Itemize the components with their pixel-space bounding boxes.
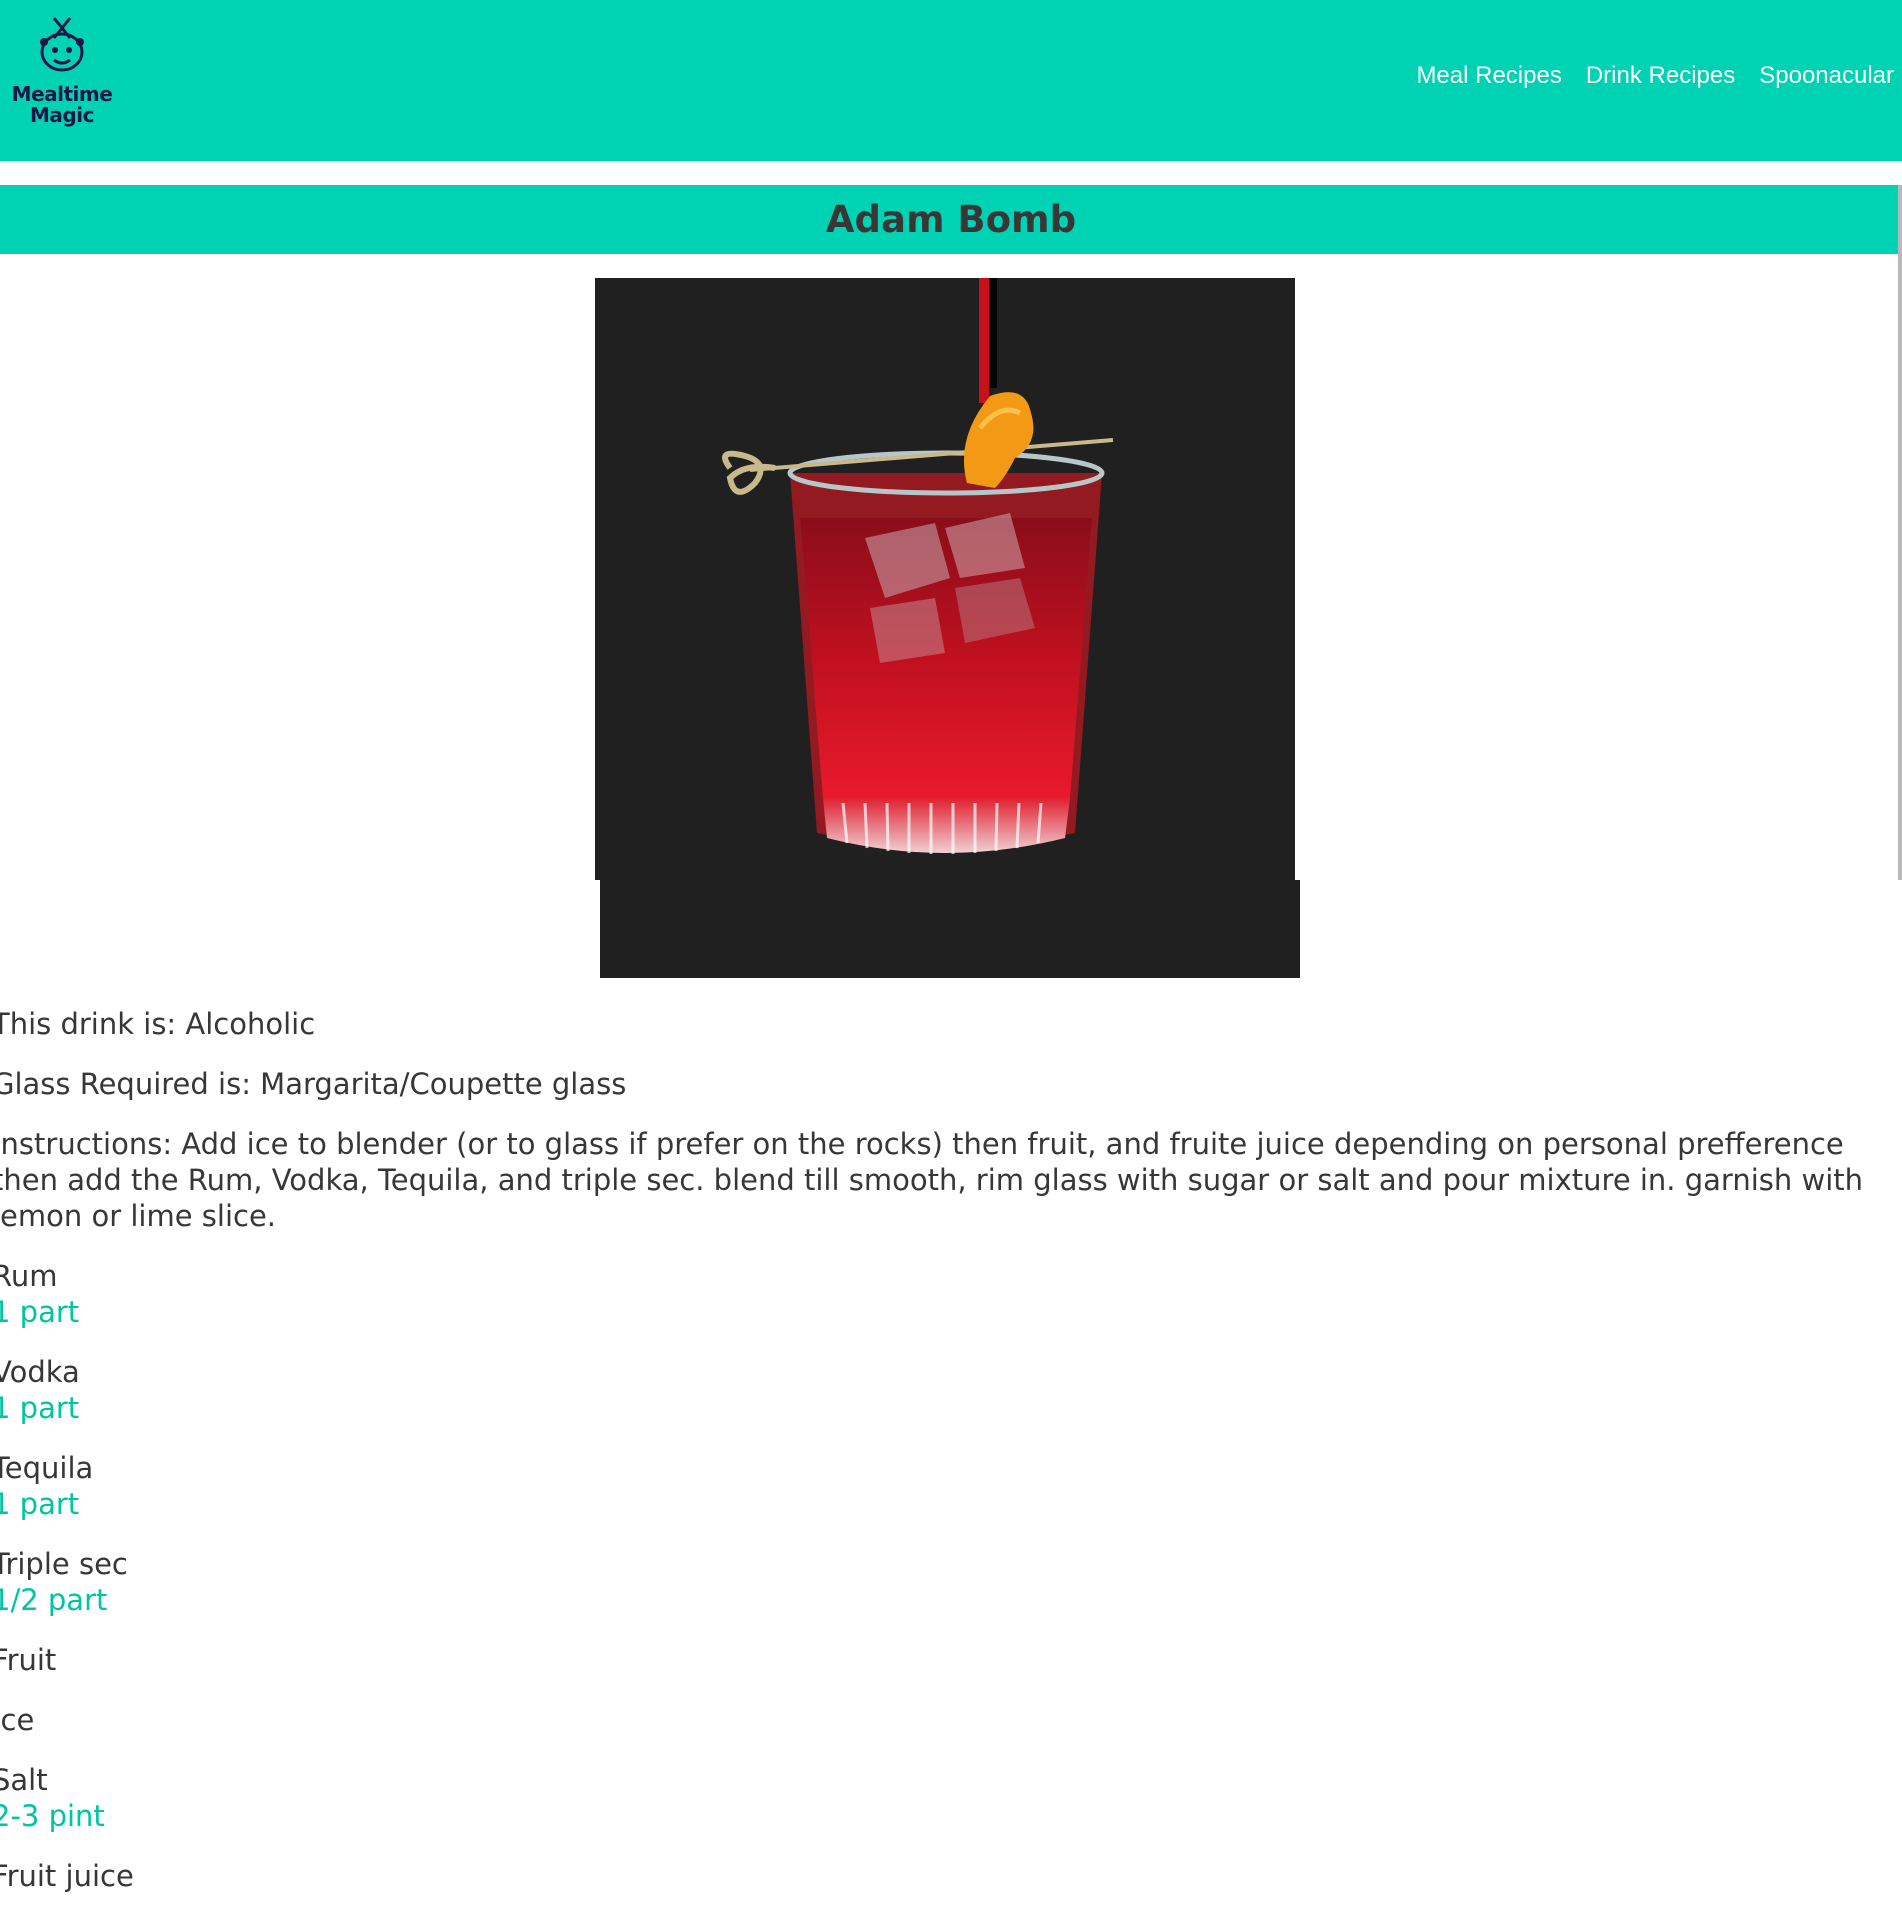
ingredient-item: Vodka 1 part (0, 1354, 1872, 1426)
ingredient-item: Ice (0, 1702, 1872, 1738)
ingredients-list: Rum 1 part Vodka 1 part Tequila 1 part T… (0, 1258, 1872, 1894)
ingredient-name: Vodka (0, 1355, 80, 1389)
logo-text-line1: Mealtime (11, 82, 113, 106)
scrollbar[interactable] (1898, 185, 1902, 880)
ingredient-name: Fruit juice (0, 1859, 134, 1893)
logo[interactable]: Mealtime Magic (6, 14, 118, 132)
ingredient-name: Fruit (0, 1643, 57, 1677)
main-nav: Meal Recipes Drink Recipes Spoonacular (1416, 62, 1902, 90)
nav-link-drink-recipes[interactable]: Drink Recipes (1586, 62, 1735, 90)
drink-image (595, 278, 1300, 978)
ingredient-name: Ice (0, 1703, 35, 1737)
ingredient-measure: 1 part (0, 1391, 80, 1425)
ingredient-item: Fruit (0, 1642, 1872, 1678)
ingredient-item: Salt 2-3 pint (0, 1762, 1872, 1834)
ingredient-name: Salt (0, 1763, 48, 1797)
glass-required: Glass Required is: Margarita/Coupette gl… (0, 1067, 627, 1101)
nav-link-meal-recipes[interactable]: Meal Recipes (1416, 62, 1561, 90)
logo-text: Mealtime Magic (6, 84, 118, 126)
ingredient-item: Rum 1 part (0, 1258, 1872, 1330)
logo-text-line2: Magic (30, 103, 94, 127)
ingredient-name: Triple sec (0, 1547, 128, 1581)
ingredient-name: Tequila (0, 1451, 94, 1485)
drink-title: Adam Bomb (825, 198, 1077, 241)
drink-type: This drink is: Alcoholic (0, 1007, 316, 1041)
ingredient-item: Fruit juice (0, 1858, 1872, 1894)
nav-link-spoonacular[interactable]: Spoonacular (1759, 62, 1894, 90)
instructions: Instructions: Add ice to blender (or to … (0, 1127, 1864, 1233)
site-header: Mealtime Magic Meal Recipes Drink Recipe… (0, 0, 1902, 161)
chef-mascot-icon (40, 17, 84, 72)
ingredient-measure: 2-3 pint (0, 1799, 105, 1833)
ingredient-name: Rum (0, 1259, 58, 1293)
title-band: Adam Bomb (0, 185, 1902, 254)
ingredient-item: Tequila 1 part (0, 1450, 1872, 1522)
ingredient-measure: 1 part (0, 1487, 80, 1521)
drink-details: This drink is: Alcoholic Glass Required … (0, 1006, 1872, 1918)
ingredient-item: Triple sec 1/2 part (0, 1546, 1872, 1618)
ingredient-measure: 1/2 part (0, 1583, 108, 1617)
ingredient-measure: 1 part (0, 1295, 80, 1329)
